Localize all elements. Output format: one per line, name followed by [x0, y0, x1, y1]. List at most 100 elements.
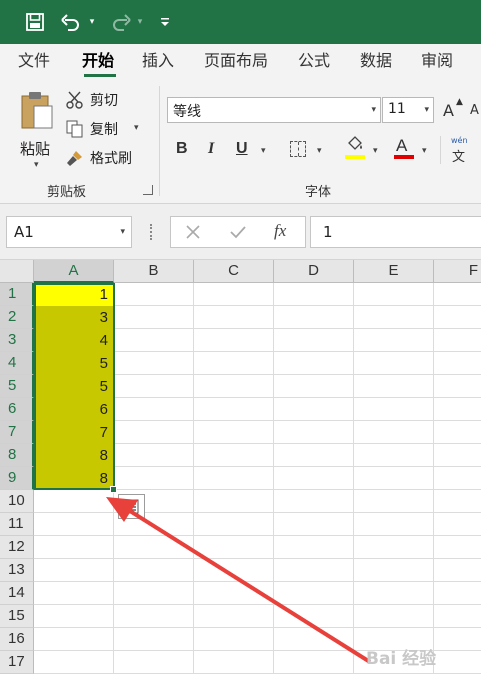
column-header-d[interactable]: D — [274, 260, 354, 283]
cell[interactable] — [194, 559, 274, 582]
cell[interactable] — [194, 283, 274, 306]
tab-insert[interactable]: 插入 — [142, 50, 174, 72]
row-header-14[interactable]: 14 — [0, 582, 34, 605]
formula-input[interactable]: 1 — [310, 216, 481, 248]
cell[interactable] — [194, 582, 274, 605]
cell[interactable] — [354, 283, 434, 306]
cell[interactable] — [434, 582, 481, 605]
cell-a1[interactable]: 1 — [34, 283, 114, 306]
cell-a15[interactable] — [34, 605, 114, 628]
cell[interactable] — [434, 444, 481, 467]
cell[interactable] — [274, 467, 354, 490]
cell[interactable] — [354, 467, 434, 490]
row-header-17[interactable]: 17 — [0, 651, 34, 674]
row-header-15[interactable]: 15 — [0, 605, 34, 628]
row-header-13[interactable]: 13 — [0, 559, 34, 582]
bold-button[interactable]: B — [176, 140, 188, 158]
cancel-icon[interactable] — [185, 224, 201, 240]
cell-a2[interactable]: 3 — [34, 306, 114, 329]
row-header-12[interactable]: 12 — [0, 536, 34, 559]
cell[interactable] — [434, 536, 481, 559]
cell-a10[interactable] — [34, 490, 114, 513]
font-name-select[interactable]: 等线 ▾ — [167, 97, 381, 123]
cell[interactable] — [354, 352, 434, 375]
border-button[interactable] — [290, 141, 306, 157]
redo-icon[interactable] — [108, 8, 134, 36]
fill-handle[interactable] — [110, 486, 117, 493]
cell[interactable] — [114, 352, 194, 375]
cell-a13[interactable] — [34, 559, 114, 582]
tab-formulas[interactable]: 公式 — [298, 50, 330, 72]
cell[interactable] — [114, 306, 194, 329]
formula-bar-grip[interactable] — [150, 224, 153, 240]
grow-font-button[interactable]: A ▲ — [443, 97, 463, 121]
cell-a17[interactable] — [34, 651, 114, 674]
cell[interactable] — [354, 398, 434, 421]
cell-a5[interactable]: 5 — [34, 375, 114, 398]
cell-a16[interactable] — [34, 628, 114, 651]
font-color-button[interactable]: A — [394, 136, 416, 162]
undo-dropdown-icon[interactable]: ▾ — [86, 8, 98, 36]
cell[interactable] — [194, 605, 274, 628]
cell[interactable] — [274, 375, 354, 398]
fill-color-button[interactable] — [345, 136, 367, 162]
cell[interactable] — [274, 421, 354, 444]
cell[interactable] — [274, 605, 354, 628]
cell[interactable] — [354, 513, 434, 536]
cell[interactable] — [194, 421, 274, 444]
cell[interactable] — [274, 306, 354, 329]
row-header-10[interactable]: 10 — [0, 490, 34, 513]
cell[interactable] — [114, 559, 194, 582]
cell[interactable] — [434, 306, 481, 329]
underline-dropdown-icon[interactable]: ▾ — [261, 146, 266, 156]
row-header-6[interactable]: 6 — [0, 398, 34, 421]
cell[interactable] — [194, 444, 274, 467]
select-all-corner[interactable] — [0, 260, 34, 283]
underline-button[interactable]: U — [236, 140, 248, 158]
cell-a4[interactable]: 5 — [34, 352, 114, 375]
cell[interactable] — [354, 375, 434, 398]
column-header-e[interactable]: E — [354, 260, 434, 283]
row-header-2[interactable]: 2 — [0, 306, 34, 329]
enter-icon[interactable] — [229, 224, 247, 240]
cell[interactable] — [194, 375, 274, 398]
cell[interactable] — [274, 536, 354, 559]
cell[interactable] — [354, 582, 434, 605]
cell[interactable] — [114, 467, 194, 490]
cell[interactable] — [194, 306, 274, 329]
cell[interactable] — [434, 605, 481, 628]
row-header-4[interactable]: 4 — [0, 352, 34, 375]
redo-dropdown-icon[interactable]: ▾ — [134, 8, 146, 36]
row-header-3[interactable]: 3 — [0, 329, 34, 352]
cell[interactable] — [114, 605, 194, 628]
cell[interactable] — [274, 582, 354, 605]
cell[interactable] — [114, 283, 194, 306]
cell[interactable] — [354, 605, 434, 628]
cell-a9[interactable]: 8 — [34, 467, 114, 490]
cell[interactable] — [354, 421, 434, 444]
phonetic-button[interactable]: wén 文 — [450, 136, 478, 166]
row-header-7[interactable]: 7 — [0, 421, 34, 444]
cell[interactable] — [434, 467, 481, 490]
cell-a14[interactable] — [34, 582, 114, 605]
cell[interactable] — [274, 352, 354, 375]
cell[interactable] — [194, 490, 274, 513]
cell[interactable] — [354, 490, 434, 513]
column-header-b[interactable]: B — [114, 260, 194, 283]
cell[interactable] — [434, 329, 481, 352]
row-header-11[interactable]: 11 — [0, 513, 34, 536]
cell-a8[interactable]: 8 — [34, 444, 114, 467]
tab-page-layout[interactable]: 页面布局 — [204, 50, 268, 72]
paste-button[interactable]: 粘贴 ▾ — [14, 88, 60, 176]
cell[interactable] — [194, 352, 274, 375]
copy-button[interactable]: 复制 ▾ — [66, 119, 146, 141]
cell[interactable] — [114, 329, 194, 352]
cell[interactable] — [434, 490, 481, 513]
quick-analysis-button[interactable] — [118, 494, 145, 519]
shrink-font-button[interactable]: A — [468, 99, 481, 121]
cell-a3[interactable]: 4 — [34, 329, 114, 352]
customize-qat-icon[interactable] — [158, 8, 172, 36]
font-size-select[interactable]: 11 ▾ — [382, 97, 434, 123]
save-icon[interactable] — [22, 8, 48, 36]
column-header-f[interactable]: F — [434, 260, 481, 283]
